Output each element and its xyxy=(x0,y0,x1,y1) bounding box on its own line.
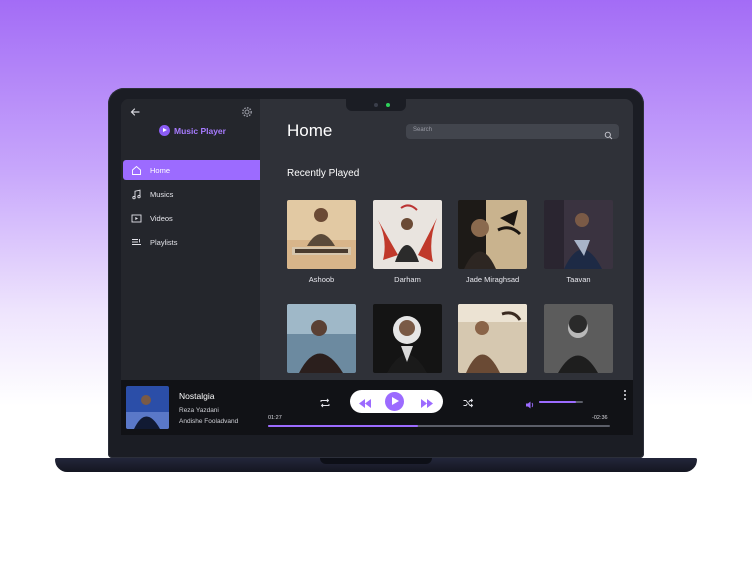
album-card[interactable] xyxy=(287,304,356,379)
album-cover xyxy=(373,200,442,269)
album-cover xyxy=(373,304,442,373)
main-content: Home Search Recently Played Ashoob Darha… xyxy=(260,99,633,380)
time-remaining: -02:36 xyxy=(592,415,608,421)
page-title: Home xyxy=(287,121,333,140)
sidebar-item-label: Playlists xyxy=(150,237,178,247)
music-note-icon xyxy=(131,189,142,200)
album-card[interactable]: Taavan xyxy=(544,200,613,284)
sidebar-item-label: Home xyxy=(150,165,171,175)
volume-slider[interactable] xyxy=(539,401,583,403)
video-icon xyxy=(131,213,142,224)
search-icon[interactable] xyxy=(604,127,613,140)
album-card[interactable]: Darham xyxy=(373,200,442,284)
playlist-icon xyxy=(131,237,142,248)
album-cover xyxy=(287,304,356,373)
album-cover xyxy=(544,304,613,373)
album-card[interactable] xyxy=(544,304,613,379)
album-cover xyxy=(287,200,356,269)
section-title: Recently Played xyxy=(287,168,360,179)
home-icon xyxy=(131,165,142,176)
sidebar-item-label: Musics xyxy=(150,189,174,199)
app-brand: Music Player xyxy=(159,125,226,136)
search-placeholder: Search xyxy=(413,127,433,133)
camera-indicator-icon xyxy=(386,103,390,107)
sidebar: Music Player Home Musics Videos Playlist… xyxy=(121,99,260,380)
volume-icon[interactable] xyxy=(525,397,535,409)
sidebar-item-videos[interactable]: Videos xyxy=(123,208,260,228)
now-playing-cover xyxy=(126,386,169,429)
more-options-icon[interactable] xyxy=(623,388,627,400)
album-cover xyxy=(458,304,527,373)
album-cover xyxy=(458,200,527,269)
play-button[interactable] xyxy=(385,392,404,411)
track-artist-secondary: Andishe Fooladvand xyxy=(179,418,239,425)
next-icon[interactable] xyxy=(420,396,434,408)
play-circle-icon xyxy=(159,125,170,136)
album-card[interactable]: Jade Miraghsad xyxy=(458,200,527,284)
album-card[interactable] xyxy=(373,304,442,379)
track-title: Nostalgia xyxy=(179,391,215,401)
camera-notch xyxy=(346,99,406,111)
album-card[interactable] xyxy=(458,304,527,379)
repeat-icon[interactable] xyxy=(319,396,331,408)
gear-icon[interactable] xyxy=(241,105,253,117)
album-cover xyxy=(544,200,613,269)
search-input[interactable]: Search xyxy=(406,124,619,140)
sidebar-item-playlists[interactable]: Playlists xyxy=(123,232,260,252)
album-title: Jade Miraghsad xyxy=(465,275,520,284)
camera-lens-icon xyxy=(374,103,378,107)
sidebar-item-home[interactable]: Home xyxy=(123,160,260,180)
progress-fill xyxy=(268,425,419,427)
track-artist: Reza Yazdani xyxy=(179,407,219,414)
sidebar-item-label: Videos xyxy=(150,213,173,223)
player-bar: Nostalgia Reza Yazdani Andishe Fooladvan… xyxy=(121,380,633,435)
playback-controls xyxy=(350,390,443,413)
shuffle-icon[interactable] xyxy=(462,396,474,408)
app-name: Music Player xyxy=(174,125,226,136)
progress-bar[interactable] xyxy=(268,425,610,427)
album-title: Taavan xyxy=(566,275,591,284)
laptop-hinge xyxy=(320,458,432,464)
album-card[interactable]: Ashoob xyxy=(287,200,356,284)
time-elapsed: 01:27 xyxy=(268,415,282,421)
album-title: Ashoob xyxy=(308,275,335,284)
back-arrow-icon[interactable] xyxy=(129,105,141,117)
sidebar-nav: Home Musics Videos Playlists xyxy=(123,160,260,256)
previous-icon[interactable] xyxy=(358,396,372,408)
volume-level xyxy=(539,401,577,403)
sidebar-item-musics[interactable]: Musics xyxy=(123,184,260,204)
app-window: Music Player Home Musics Videos Playlist… xyxy=(121,99,633,435)
album-title: Darham xyxy=(394,275,421,284)
